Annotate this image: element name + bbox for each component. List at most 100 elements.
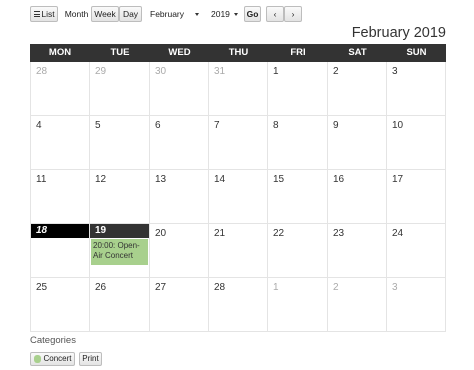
day-number: 17 (392, 174, 404, 185)
day-number: 1 (273, 66, 279, 77)
category-concert-button[interactable]: Concert (30, 352, 75, 366)
day-cell[interactable]: 13 (150, 170, 209, 224)
day-number: 10 (392, 120, 404, 131)
month-select-value: February (150, 9, 185, 19)
weekday-sun: SUN (406, 47, 427, 58)
go-button[interactable]: Go (244, 6, 261, 22)
day-number: 7 (214, 120, 220, 131)
day-cell[interactable]: 30 (150, 62, 209, 116)
day-cell[interactable]: 31 (209, 62, 268, 116)
day-number: 3 (392, 282, 398, 293)
weekday-sat: SAT (348, 47, 367, 58)
day-cell[interactable]: 25 (30, 278, 90, 332)
day-number: 14 (214, 174, 226, 185)
day-cell[interactable]: 2 (328, 62, 387, 116)
day-number: 9 (333, 120, 339, 131)
day-number: 4 (36, 120, 42, 131)
day-number: 12 (95, 174, 107, 185)
weekday-wed: WED (168, 47, 191, 58)
week-view-button[interactable]: Week (91, 6, 119, 22)
day-number: 30 (155, 66, 167, 77)
day-number: 1 (273, 282, 279, 293)
day-number: 28 (36, 66, 48, 77)
day-number: 21 (214, 228, 226, 239)
day-cell[interactable]: 12 (90, 170, 150, 224)
day-cell[interactable]: 6 (150, 116, 209, 170)
day-cell[interactable]: 29 (90, 62, 150, 116)
day-cell[interactable]: 7 (209, 116, 268, 170)
day-number: 18 (36, 225, 48, 236)
chevron-down-icon (234, 13, 238, 16)
previous-month-button[interactable]: ‹ (266, 6, 284, 22)
day-number: 5 (95, 120, 101, 131)
day-cell[interactable]: 26 (90, 278, 150, 332)
year-select-value: 2019 (211, 9, 230, 19)
day-number: 19 (95, 225, 107, 236)
day-cell[interactable]: 17 (387, 170, 446, 224)
month-view-button[interactable]: Month (62, 6, 91, 22)
list-icon (34, 11, 40, 17)
weekday-header: MON TUE WED THU FRI SAT SUN (30, 44, 446, 62)
day-view-button[interactable]: Day (119, 6, 142, 22)
day-cell[interactable]: 28 (30, 62, 90, 116)
day-cell[interactable]: 22 (268, 224, 328, 278)
day-cell[interactable]: 24 (387, 224, 446, 278)
concert-color-swatch (34, 355, 41, 363)
day-number: 8 (273, 120, 279, 131)
list-view-label: List (41, 9, 55, 19)
day-number: 22 (273, 228, 285, 239)
day-cell[interactable]: 14 (209, 170, 268, 224)
day-cell[interactable]: 20 (150, 224, 209, 278)
day-cell[interactable]: 16 (328, 170, 387, 224)
day-cell[interactable]: 23 (328, 224, 387, 278)
event-item[interactable]: 20:00: Open-Air Concert (91, 239, 148, 265)
day-cell[interactable]: 9 (328, 116, 387, 170)
weekday-tue: TUE (110, 47, 130, 58)
next-month-button[interactable]: › (284, 6, 302, 22)
day-number: 28 (214, 282, 226, 293)
today-highlight: 18 (31, 224, 89, 238)
day-cell[interactable]: 3 (387, 278, 446, 332)
day-cell[interactable]: 3 (387, 62, 446, 116)
day-number: 20 (155, 228, 167, 239)
day-number: 25 (36, 282, 48, 293)
list-view-button[interactable]: List (30, 6, 58, 22)
day-cell[interactable]: 28 (209, 278, 268, 332)
day-number: 6 (155, 120, 161, 131)
day-cell[interactable]: 10 (387, 116, 446, 170)
day-number: 2 (333, 66, 339, 77)
month-title: February 2019 (351, 25, 446, 41)
day-cell[interactable]: 2 (328, 278, 387, 332)
day-number: 13 (155, 174, 167, 185)
selected-day-highlight: 19 (90, 224, 149, 238)
day-cell[interactable]: 8 (268, 116, 328, 170)
day-number: 27 (155, 282, 167, 293)
calendar-toolbar: List Month Week Day February 2019 Go ‹ › (30, 6, 450, 22)
day-number: 15 (273, 174, 285, 185)
day-number: 26 (95, 282, 107, 293)
year-select[interactable]: 2019 (208, 7, 240, 21)
day-number: 31 (214, 66, 226, 77)
day-cell[interactable]: 4 (30, 116, 90, 170)
weekday-mon: MON (48, 47, 72, 58)
category-concert-label: Concert (43, 354, 72, 363)
day-cell[interactable]: 5 (90, 116, 150, 170)
day-cell[interactable]: 18 (30, 224, 90, 278)
day-number: 11 (36, 174, 47, 185)
day-cell[interactable]: 19 20:00: Open-Air Concert (90, 224, 150, 278)
day-number: 16 (333, 174, 345, 185)
day-cell[interactable]: 27 (150, 278, 209, 332)
day-cell[interactable]: 21 (209, 224, 268, 278)
day-cell[interactable]: 11 (30, 170, 90, 224)
weekday-thu: THU (228, 47, 249, 58)
month-select[interactable]: February (147, 7, 205, 21)
day-number: 23 (333, 228, 345, 239)
day-number: 2 (333, 282, 339, 293)
day-cell[interactable]: 1 (268, 278, 328, 332)
day-cell[interactable]: 15 (268, 170, 328, 224)
day-number: 24 (392, 228, 404, 239)
chevron-down-icon (195, 13, 199, 16)
print-button[interactable]: Print (79, 352, 102, 366)
day-cell[interactable]: 1 (268, 62, 328, 116)
weekday-fri: FRI (290, 47, 306, 58)
